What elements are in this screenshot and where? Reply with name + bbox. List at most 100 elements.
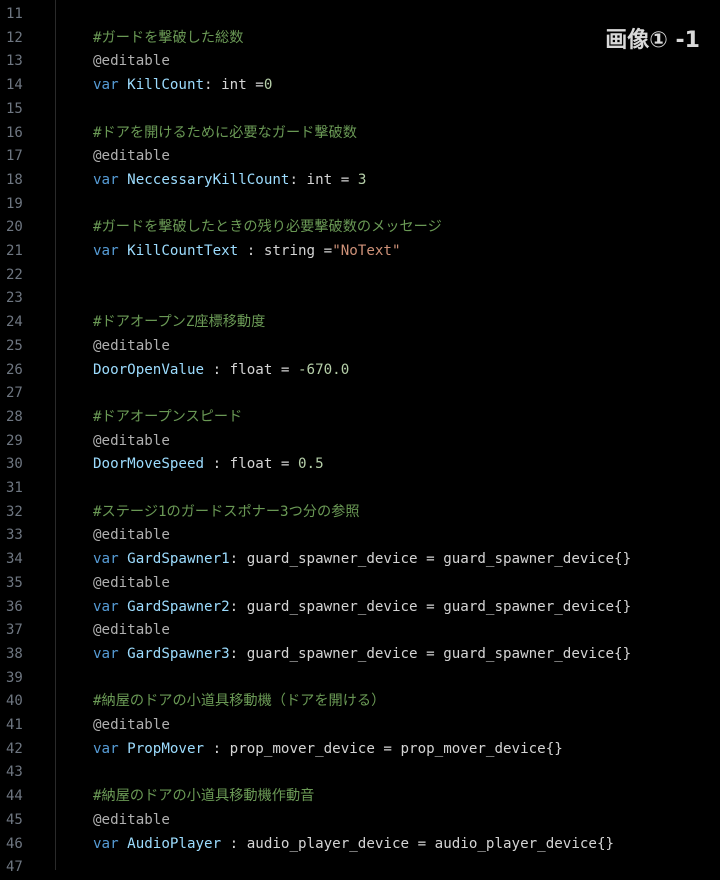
- code-line[interactable]: 17 @editable: [0, 145, 720, 169]
- line-number: 36: [6, 598, 23, 615]
- code-token-comment: #ステージ1のガードスポナー3つ分の参照: [93, 503, 360, 520]
- line-number: 35: [6, 574, 23, 591]
- code-line[interactable]: 24 #ドアオープンZ座標移動度: [0, 311, 720, 335]
- line-code: #ドアオープンZ座標移動度: [93, 311, 265, 335]
- code-line[interactable]: 18 var NeccessaryKillCount: int = 3: [0, 169, 720, 193]
- line-number: 44: [6, 788, 23, 805]
- code-line[interactable]: 27: [0, 382, 720, 406]
- line-code: @editable: [93, 572, 170, 596]
- line-code: #ステージ1のガードスポナー3つ分の参照: [93, 501, 360, 525]
- code-line[interactable]: 47: [0, 856, 720, 880]
- line-number: 40: [6, 693, 23, 710]
- line-number: 11: [6, 6, 23, 22]
- code-line[interactable]: 36 var GardSpawner2: guard_spawner_device…: [0, 596, 720, 620]
- line-number: 28: [6, 408, 23, 425]
- code-token-comment: #ドアオープンスピード: [93, 408, 243, 425]
- code-token-plain: : guard_spawner_device = guard_spawner_d…: [229, 551, 632, 568]
- code-token-var: AudioPlayer: [127, 835, 222, 852]
- code-line[interactable]: 14 var KillCount: int =0: [0, 74, 720, 98]
- line-number: 17: [6, 148, 23, 165]
- line-code: DoorMoveSpeed : float = 0.5: [93, 453, 324, 477]
- line-code: var KillCount: int =0: [93, 74, 272, 98]
- line-number: 39: [6, 669, 23, 686]
- code-token-plain: : audio_player_device = audio_player_dev…: [221, 835, 615, 852]
- line-number: 14: [6, 77, 23, 94]
- code-token-var: KillCountText: [127, 243, 239, 259]
- code-line[interactable]: 19: [0, 193, 720, 217]
- code-line[interactable]: 29 @editable: [0, 430, 720, 454]
- code-line[interactable]: 34 var GardSpawner1: guard_spawner_device…: [0, 548, 720, 572]
- code-line[interactable]: 41 @editable: [0, 714, 720, 738]
- code-line[interactable]: 42 var PropMover : prop_mover_device = pr…: [0, 738, 720, 762]
- code-token-var: PropMover: [127, 740, 205, 757]
- code-token-kw: var: [93, 171, 128, 188]
- line-number: 24: [6, 314, 23, 331]
- code-line[interactable]: 44 #納屋のドアの小道具移動機作動音: [0, 785, 720, 809]
- code-line[interactable]: 37 @editable: [0, 619, 720, 643]
- line-number: 30: [6, 456, 23, 473]
- code-token-comment: #納屋のドアの小道具移動機作動音: [93, 788, 315, 805]
- line-code: #ガードを撃破した総数: [93, 27, 243, 51]
- code-token-plain: : prop_mover_device = prop_mover_device{…: [204, 740, 563, 757]
- line-number: 34: [6, 551, 23, 568]
- code-token-plain: : guard_spawner_device = guard_spawner_d…: [229, 645, 632, 662]
- code-token-kw: var: [93, 835, 128, 852]
- code-line[interactable]: 30 DoorMoveSpeed : float = 0.5: [0, 453, 720, 477]
- code-line[interactable]: 32 #ステージ1のガードスポナー3つ分の参照: [0, 501, 720, 525]
- line-code: @editable: [93, 619, 170, 643]
- code-line[interactable]: 33 @editable: [0, 524, 720, 548]
- code-editor[interactable]: 11 12 #ガードを撃破した総数 13 @editable 14 var KillCoun…: [0, 0, 720, 875]
- code-line[interactable]: 21 var KillCountText : string ="NoText": [0, 240, 720, 264]
- line-code: @editable: [93, 145, 170, 169]
- line-number: 16: [6, 124, 23, 141]
- line-number: 18: [6, 171, 23, 188]
- code-line[interactable]: 31: [0, 477, 720, 501]
- code-line[interactable]: 35 @editable: [0, 572, 720, 596]
- code-token-plain: : float =: [204, 361, 299, 378]
- code-line[interactable]: 26 DoorOpenValue : float = -670.0: [0, 359, 720, 383]
- code-line[interactable]: 25 @editable: [0, 335, 720, 359]
- code-token-kw: var: [93, 598, 128, 615]
- code-token-attr: @editable: [93, 53, 170, 70]
- line-number: 33: [6, 527, 23, 544]
- code-token-attr: @editable: [93, 574, 170, 591]
- code-line[interactable]: 46 var AudioPlayer : audio_player_device …: [0, 833, 720, 857]
- line-code: #ドアオープンスピード: [93, 406, 242, 430]
- code-line[interactable]: 15: [0, 98, 720, 122]
- code-token-kw: var: [93, 243, 128, 259]
- line-code: #ドアを開けるために必要なガード撃破数: [93, 122, 357, 146]
- line-number: 27: [6, 385, 23, 402]
- line-code: @editable: [93, 50, 170, 74]
- code-token-comment: #ガードを撃破したときの残り必要撃破数のメッセージ: [93, 219, 442, 236]
- code-line[interactable]: 43: [0, 761, 720, 785]
- line-code: DoorOpenValue : float = -670.0: [93, 359, 349, 383]
- code-token-var: KillCount: [127, 77, 205, 94]
- code-line[interactable]: 39: [0, 667, 720, 691]
- code-line[interactable]: 45 @editable: [0, 809, 720, 833]
- code-line[interactable]: 40 #納屋のドアの小道具移動機（ドアを開ける）: [0, 690, 720, 714]
- code-token-plain: : int =: [204, 77, 264, 94]
- line-code: #納屋のドアの小道具移動機（ドアを開ける）: [93, 690, 385, 714]
- code-line[interactable]: 38 var GardSpawner3: guard_spawner_device…: [0, 643, 720, 667]
- code-token-comment: #ドアを開けるために必要なガード撃破数: [93, 124, 357, 141]
- line-number: 32: [6, 503, 23, 520]
- code-token-plain: : guard_spawner_device = guard_spawner_d…: [229, 598, 632, 615]
- code-token-num: 3: [357, 171, 367, 188]
- code-token-attr: @editable: [93, 337, 170, 354]
- code-line[interactable]: 23: [0, 287, 720, 311]
- line-number: 20: [6, 219, 23, 236]
- code-token-var: DoorMoveSpeed: [93, 456, 205, 473]
- code-line[interactable]: 20 #ガードを撃破したときの残り必要撃破数のメッセージ: [0, 216, 720, 240]
- code-line[interactable]: 16 #ドアを開けるために必要なガード撃破数: [0, 122, 720, 146]
- code-token-attr: @editable: [93, 527, 170, 544]
- code-token-plain: : int =: [289, 171, 358, 188]
- code-line[interactable]: 22: [0, 264, 720, 288]
- code-line[interactable]: 28 #ドアオープンスピード: [0, 406, 720, 430]
- line-number: 21: [6, 243, 23, 259]
- line-code: @editable: [93, 430, 170, 454]
- line-number: 41: [6, 717, 23, 733]
- line-code: var NeccessaryKillCount: int = 3: [93, 169, 366, 193]
- line-number: 46: [6, 835, 23, 852]
- code-token-attr: @editable: [93, 717, 170, 733]
- line-code: var GardSpawner1: guard_spawner_device =…: [93, 548, 631, 572]
